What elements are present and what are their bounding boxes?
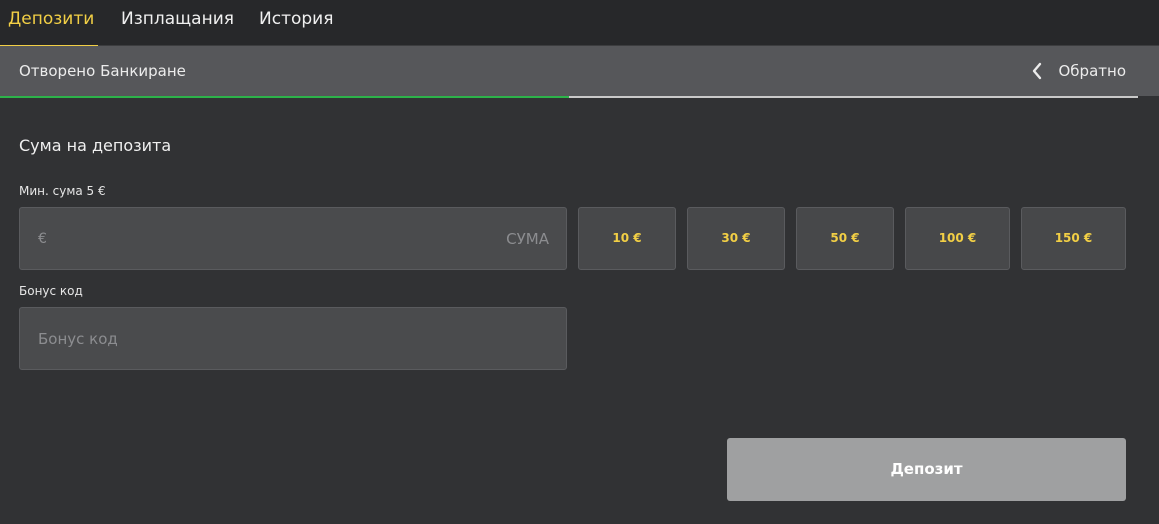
- tab-withdrawals-label: Изплащания: [121, 9, 234, 29]
- quick-amount-10-button[interactable]: 10 €: [578, 207, 676, 270]
- tab-history-label: История: [259, 9, 334, 29]
- quick-amount-50-button[interactable]: 50 €: [796, 207, 894, 270]
- deposit-submit-button[interactable]: Депозит: [727, 438, 1126, 501]
- tab-deposits[interactable]: Депозити: [0, 0, 98, 47]
- tab-history[interactable]: История: [259, 0, 333, 46]
- quick-amount-100-button[interactable]: 100 €: [905, 207, 1010, 270]
- payment-method-header: Отворено Банкиране Обратно: [0, 46, 1159, 96]
- step-progress-fill: [0, 96, 569, 98]
- deposit-amount-heading: Сума на депозита: [19, 136, 172, 155]
- payment-method-title: Отворено Банкиране: [19, 62, 186, 80]
- bonus-code-input[interactable]: [20, 308, 566, 369]
- tab-deposits-label: Депозити: [8, 9, 95, 29]
- back-button-label: Обратно: [1058, 62, 1127, 80]
- min-amount-label: Мин. сума 5 €: [19, 184, 106, 198]
- back-button[interactable]: Обратно: [1032, 46, 1127, 96]
- bonus-code-box[interactable]: [19, 307, 567, 370]
- step-progress-bar: [0, 96, 1138, 98]
- tab-withdrawals[interactable]: Изплащания: [121, 0, 234, 46]
- quick-amount-150-button[interactable]: 150 €: [1021, 207, 1126, 270]
- amount-placeholder-label: СУМА: [506, 230, 549, 248]
- bonus-code-label: Бонус код: [19, 284, 83, 298]
- top-tab-bar: Депозити Изплащания История: [0, 0, 1159, 47]
- quick-amount-30-button[interactable]: 30 €: [687, 207, 785, 270]
- amount-input-box[interactable]: € СУМА: [19, 207, 567, 270]
- chevron-left-icon: [1032, 62, 1041, 80]
- amount-input[interactable]: [20, 208, 566, 269]
